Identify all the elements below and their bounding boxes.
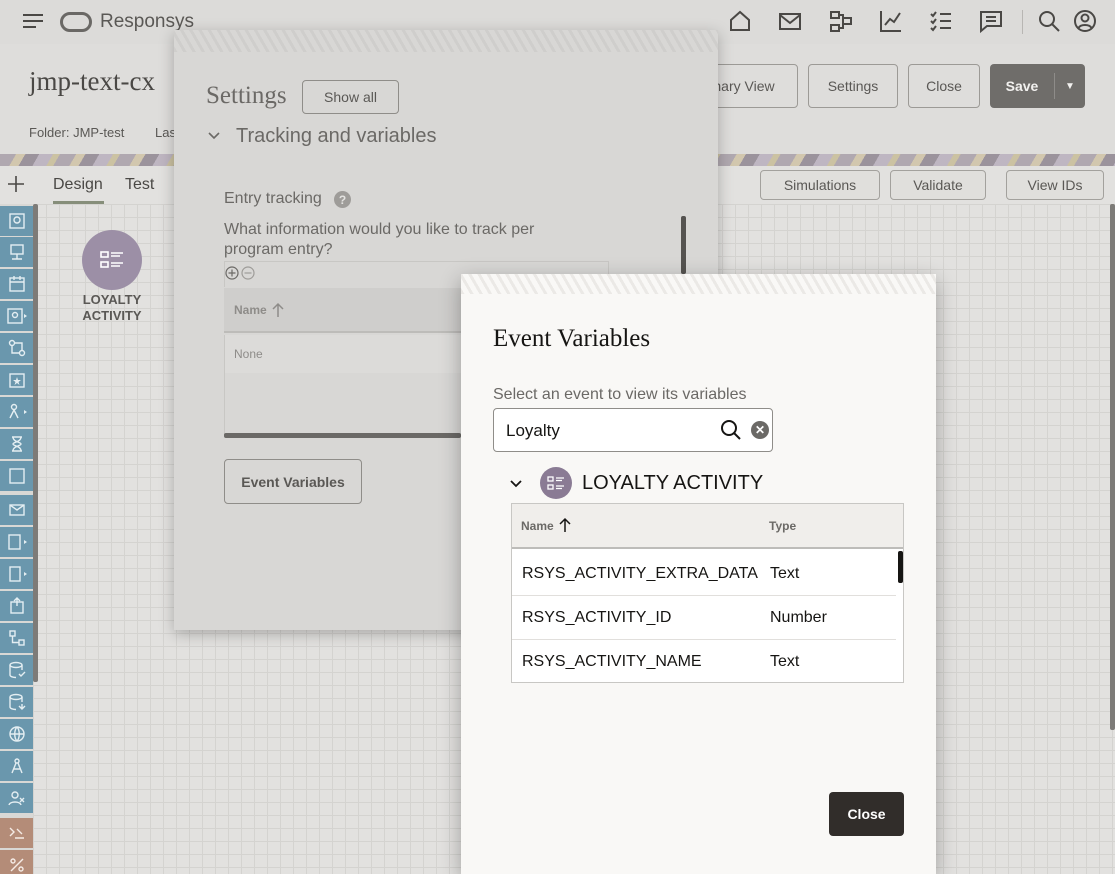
tracking-question: What information would you like to track…: [224, 221, 535, 258]
settings-button[interactable]: Settings: [808, 64, 898, 108]
search-icon[interactable]: [720, 419, 742, 441]
palette-database-check-icon[interactable]: [0, 655, 33, 685]
chevron-down-icon[interactable]: [509, 477, 523, 491]
column-header-name[interactable]: Name: [521, 519, 554, 533]
remove-row-icon[interactable]: [241, 266, 255, 280]
event-list-icon: [540, 467, 572, 499]
variable-type-cell: Number: [770, 609, 827, 626]
dialog-title: Event Variables: [493, 325, 651, 352]
last-modified-label: Las: [155, 125, 176, 140]
chart-icon[interactable]: [878, 8, 904, 34]
event-search-input[interactable]: [506, 421, 706, 441]
palette-scrollbar[interactable]: [33, 204, 38, 682]
palette-switch-icon[interactable]: [0, 333, 33, 363]
table-horizontal-scrollbar[interactable]: [224, 433, 461, 438]
settings-title: Settings: [206, 82, 287, 109]
node-label: LOYALTY ACTIVITY: [82, 292, 142, 323]
section-title-tracking[interactable]: Tracking and variables: [236, 125, 436, 148]
sort-ascending-icon[interactable]: [559, 517, 571, 533]
table-row[interactable]: RSYS_ACTIVITY_EXTRA_DATA Text: [512, 552, 896, 596]
oracle-logo-icon: [60, 12, 92, 32]
palette-mobile-icon[interactable]: [0, 559, 33, 589]
palette-split-icon[interactable]: [0, 397, 33, 427]
sort-ascending-icon[interactable]: [272, 302, 284, 318]
loyalty-activity-node[interactable]: [82, 230, 142, 290]
event-list-icon: [100, 251, 123, 268]
palette-calendar-icon[interactable]: [0, 269, 33, 299]
variable-name-cell: RSYS_ACTIVITY_NAME: [522, 653, 702, 670]
empty-row-text: None: [234, 347, 263, 361]
palette-push-icon[interactable]: [0, 591, 33, 621]
palette-wait-icon[interactable]: [0, 429, 33, 459]
page-title: jmp-text-cx: [29, 66, 155, 96]
add-icon[interactable]: [6, 174, 26, 194]
palette-percent-icon[interactable]: [0, 850, 33, 874]
user-icon[interactable]: [1072, 8, 1098, 34]
view-ids-button[interactable]: View IDs: [1006, 170, 1104, 200]
variable-name-cell: RSYS_ACTIVITY_EXTRA_DATA: [522, 565, 758, 582]
help-icon[interactable]: ?: [334, 191, 351, 208]
event-name[interactable]: LOYALTY ACTIVITY: [582, 472, 763, 495]
tab-test[interactable]: Test: [125, 176, 154, 194]
header-close-button[interactable]: Close: [908, 64, 980, 108]
palette-remove-user-icon[interactable]: [0, 783, 33, 813]
dialog-close-button[interactable]: Close: [829, 792, 904, 836]
palette-compass-icon[interactable]: [0, 751, 33, 781]
show-all-button[interactable]: Show all: [302, 80, 399, 114]
chat-icon[interactable]: [978, 8, 1004, 34]
palette-audience-icon[interactable]: [0, 206, 33, 236]
palette-database-load-icon[interactable]: [0, 687, 33, 717]
palette-kiosk-icon[interactable]: [0, 237, 33, 267]
checklist-icon[interactable]: [928, 8, 954, 34]
variable-type-cell: Text: [770, 653, 800, 670]
palette-end-icon[interactable]: [0, 461, 33, 491]
save-label: Save: [1005, 78, 1039, 94]
palette-profile-icon[interactable]: [0, 301, 33, 331]
home-icon[interactable]: [727, 8, 753, 34]
save-button[interactable]: Save ▼: [990, 64, 1085, 108]
palette-event-icon[interactable]: [0, 365, 33, 395]
table-row[interactable]: RSYS_ACTIVITY_ID Number: [512, 596, 896, 640]
settings-panel-header-pattern: [174, 30, 718, 52]
toolbar-divider: [1022, 10, 1023, 34]
dialog-subtitle: Select an event to view its variables: [493, 386, 747, 403]
palette-globe-icon[interactable]: [0, 719, 33, 749]
palette-sms-icon[interactable]: [0, 527, 33, 557]
variables-table-scrollbar[interactable]: [898, 551, 903, 583]
palette-flow-icon[interactable]: [0, 623, 33, 653]
event-variables-button[interactable]: Event Variables: [224, 459, 362, 504]
menu-icon[interactable]: [20, 8, 46, 34]
column-header-name[interactable]: Name: [234, 303, 267, 317]
clear-icon[interactable]: ✕: [751, 421, 769, 439]
palette-data-icon[interactable]: [0, 818, 33, 848]
program-icon[interactable]: [828, 8, 854, 34]
palette-email-icon[interactable]: [0, 495, 33, 525]
simulations-button[interactable]: Simulations: [760, 170, 880, 200]
mail-icon[interactable]: [777, 8, 803, 34]
variable-name-cell: RSYS_ACTIVITY_ID: [522, 609, 672, 626]
canvas-scrollbar[interactable]: [1110, 204, 1115, 730]
caret-down-icon[interactable]: ▼: [1055, 81, 1085, 92]
validate-button[interactable]: Validate: [890, 170, 986, 200]
dialog-header-pattern: [461, 274, 936, 294]
column-header-type[interactable]: Type: [769, 519, 796, 533]
tab-design[interactable]: Design: [53, 176, 103, 194]
entry-tracking-label: Entry tracking: [224, 190, 322, 207]
activity-palette: [0, 204, 33, 874]
settings-scrollbar[interactable]: [681, 216, 686, 274]
add-row-icon[interactable]: [225, 266, 239, 280]
table-row[interactable]: RSYS_ACTIVITY_NAME Text: [512, 640, 896, 684]
folder-label: Folder: JMP-test: [29, 125, 125, 140]
variable-type-cell: Text: [770, 565, 800, 582]
chevron-down-icon[interactable]: [207, 129, 221, 143]
search-icon[interactable]: [1036, 8, 1062, 34]
